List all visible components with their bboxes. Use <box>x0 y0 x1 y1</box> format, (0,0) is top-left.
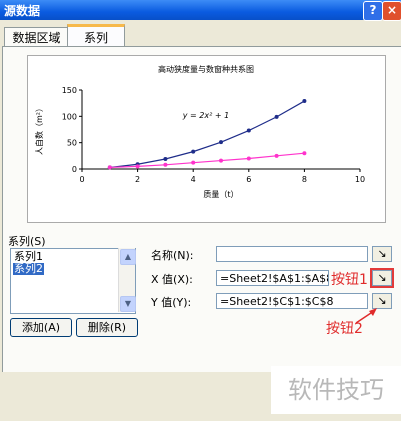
scroll-down-icon[interactable]: ▼ <box>120 296 136 312</box>
series-point <box>274 153 279 158</box>
scroll-up-icon[interactable]: ▲ <box>120 249 136 265</box>
x-values-label: X 值(X): <box>151 273 193 286</box>
series-point <box>274 114 279 119</box>
name-collapse-button[interactable]: ↘ <box>372 246 392 262</box>
y-values-collapse-button[interactable]: ↘ <box>372 293 392 309</box>
annotation-button1: 按钮1 <box>331 272 368 288</box>
x-values-collapse-button[interactable]: ↘ <box>370 268 394 288</box>
help-button[interactable]: ? <box>363 1 383 21</box>
x-tick-label: 2 <box>135 175 140 184</box>
y-tick-label: 50 <box>67 139 77 148</box>
series-point <box>219 158 223 163</box>
series-point <box>191 160 196 165</box>
x-tick-label: 6 <box>246 175 251 184</box>
y-tick-label: 100 <box>62 112 77 121</box>
chart-preview: 高动狭度量与数窗种共系图 y = 2x² + 1 0 2 4 6 8 10 0 50 100 150 质… <box>27 55 386 223</box>
series-point <box>246 156 251 161</box>
series-point <box>302 151 307 156</box>
series-point <box>163 162 168 167</box>
delete-series-button[interactable]: 删除(R) <box>76 318 138 337</box>
series-point <box>107 165 112 170</box>
series-point <box>246 128 251 133</box>
y-tick-label: 150 <box>62 86 77 95</box>
watermark-text: 软件技巧 <box>271 366 401 414</box>
x-tick-label: 8 <box>302 175 307 184</box>
chart-svg: 高动狭度量与数窗种共系图y = 2x² + 10 2 4 6 8 10050100150质… <box>34 64 365 199</box>
close-button[interactable]: × <box>382 1 401 21</box>
series-point <box>135 164 140 169</box>
title-bar: 源数据 ? × <box>0 0 401 21</box>
x-tick-label: 0 <box>79 175 84 184</box>
x-tick-label: 10 <box>355 175 365 184</box>
series-point <box>302 99 307 104</box>
y-axis-label: 人自数（m²） <box>34 104 44 155</box>
series-list-scrollbar[interactable]: ▲ ▼ <box>118 248 136 312</box>
annotation-button2: 按钮2 <box>326 321 363 337</box>
tab-data-range[interactable]: 数据区域 <box>4 27 69 48</box>
add-series-button[interactable]: 添加(A) <box>10 318 72 337</box>
y-values-field[interactable]: =Sheet2!$C$1:$C$8 <box>216 293 368 309</box>
x-tick-label: 4 <box>191 175 196 184</box>
name-field[interactable] <box>216 246 368 262</box>
series-point <box>163 156 168 161</box>
name-field-label: 名称(N): <box>151 249 194 262</box>
series-list-item-selected[interactable]: 系列2 <box>13 263 44 275</box>
series-point <box>191 149 196 154</box>
window-title: 源数据 <box>4 4 41 18</box>
series-list-label: 系列(S) <box>8 235 46 248</box>
x-values-field[interactable]: =Sheet2!$A$1:$A$8 <box>216 270 329 286</box>
x-axis-label: 质量（t） <box>203 189 238 199</box>
chart-title: 高动狭度量与数窗种共系图 <box>158 64 254 74</box>
series-point <box>219 140 223 145</box>
y-values-label: Y 值(Y): <box>151 296 192 309</box>
chart-equation: y = 2x² + 1 <box>182 111 229 120</box>
y-tick-label: 0 <box>72 165 77 174</box>
